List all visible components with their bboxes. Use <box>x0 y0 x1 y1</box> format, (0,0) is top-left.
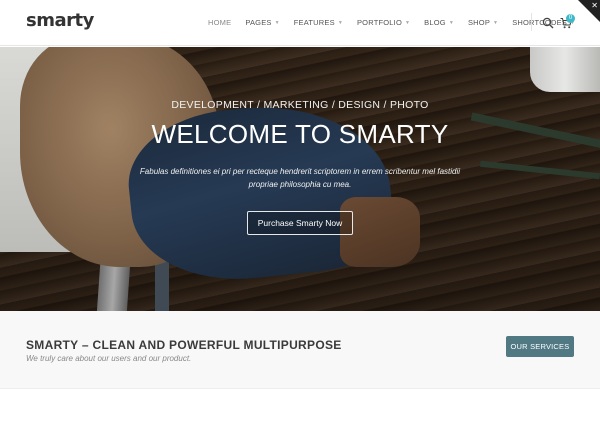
hero-description-line: Fabulas definitiones ei pri per recteque… <box>139 167 461 176</box>
callout-bar: SMARTY – CLEAN AND POWERFUL MULTIPURPOSE… <box>0 311 600 389</box>
callout-subtitle: We truly care about our users and our pr… <box>26 354 192 363</box>
chevron-down-icon: ▼ <box>493 19 499 26</box>
hero-description: Fabulas definitiones ei pri per recteque… <box>120 165 480 191</box>
hero-content: DEVELOPMENT / MARKETING / DESIGN / PHOTO… <box>0 47 600 311</box>
site-header: smarty HOME PAGES ▼ FEATURES ▼ PORTFOLIO… <box>0 0 600 46</box>
chevron-down-icon: ▼ <box>274 19 280 26</box>
hero-kicker: DEVELOPMENT / MARKETING / DESIGN / PHOTO <box>171 99 429 111</box>
purchase-button[interactable]: Purchase Smarty Now <box>247 211 353 235</box>
nav-item-features[interactable]: FEATURES ▼ <box>294 18 343 27</box>
nav-item-label: SHOP <box>467 18 491 27</box>
close-icon[interactable]: ✕ <box>591 1 598 10</box>
nav-item-portfolio[interactable]: PORTFOLIO ▼ <box>357 18 410 27</box>
nav-item-home[interactable]: HOME <box>208 18 231 27</box>
nav-item-label: HOME <box>208 18 232 27</box>
logo[interactable]: smarty <box>26 10 94 31</box>
nav-item-label: PORTFOLIO <box>356 18 402 27</box>
nav-item-label: FEATURES <box>293 18 335 27</box>
nav-divider <box>531 13 532 31</box>
nav-item-label: PAGES <box>245 18 272 27</box>
chevron-down-icon: ▼ <box>448 19 454 26</box>
nav-item-blog[interactable]: BLOG ▼ <box>424 18 454 27</box>
search-icon[interactable] <box>542 17 554 29</box>
hero-title: WELCOME TO SMARTY <box>151 119 449 149</box>
main-nav: HOME PAGES ▼ FEATURES ▼ PORTFOLIO ▼ BLOG… <box>208 18 575 27</box>
chevron-down-icon: ▼ <box>337 19 343 26</box>
hero-description-line: propriae philosophia cu mea. <box>248 180 352 189</box>
our-services-button[interactable]: OUR SERVICES <box>506 336 574 357</box>
nav-item-shop[interactable]: SHOP ▼ <box>468 18 498 27</box>
nav-item-label: SHORTCODES <box>512 18 567 27</box>
cart-count-badge: 0 <box>566 14 575 23</box>
nav-item-label: BLOG <box>424 18 446 27</box>
nav-item-pages[interactable]: PAGES ▼ <box>245 18 279 27</box>
chevron-down-icon: ▼ <box>405 19 411 26</box>
callout-title: SMARTY – CLEAN AND POWERFUL MULTIPURPOSE <box>26 338 342 352</box>
